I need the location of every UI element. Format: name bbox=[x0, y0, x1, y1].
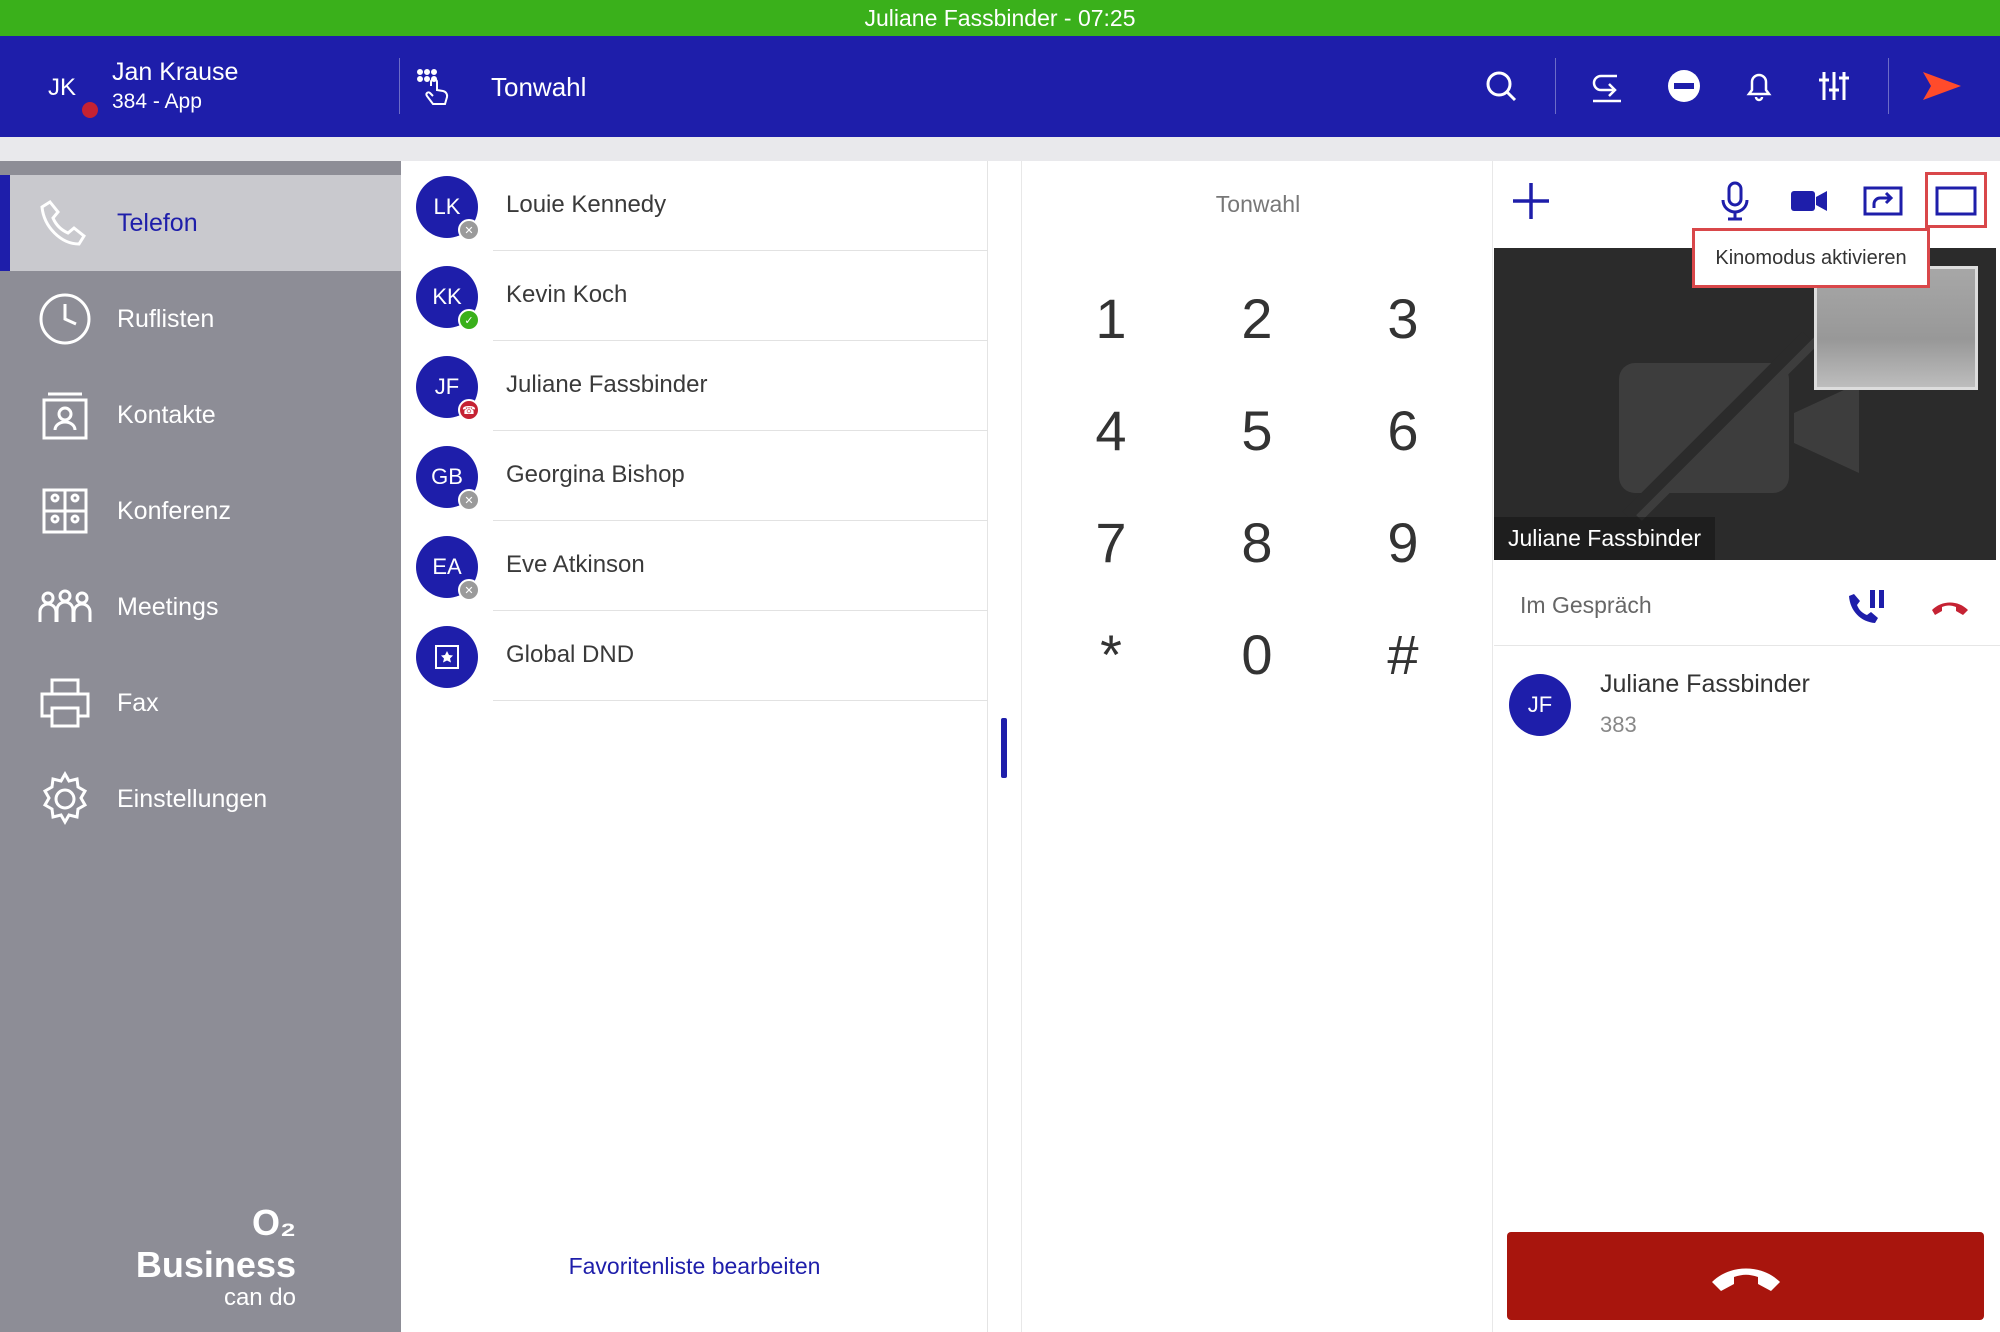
header-gap bbox=[0, 137, 2000, 161]
favorite-name: Global DND bbox=[506, 641, 635, 668]
settings-gear-icon bbox=[42, 770, 88, 826]
conference-icon bbox=[42, 488, 88, 534]
sidebar: Telefon Ruflisten Kontakte Konferenz Mee… bbox=[0, 161, 401, 1332]
header-divider bbox=[1555, 58, 1556, 114]
user-status-busy-icon bbox=[80, 100, 100, 120]
phone-icon bbox=[40, 200, 86, 246]
active-call-bar[interactable]: Juliane Fassbinder - 07:25 bbox=[0, 0, 2000, 36]
dtmf-keypad: Tonwahl 1 2 3 4 5 6 7 8 9 * 0 # bbox=[1021, 161, 1493, 1332]
sidebar-item-label: Meetings bbox=[117, 592, 219, 621]
search-icon[interactable] bbox=[1481, 66, 1521, 106]
page-title: Tonwahl bbox=[491, 72, 587, 102]
favorites-list: LK ✕ Louie Kennedy KK ✓ Kevin Koch JF ☎ … bbox=[401, 161, 988, 1332]
sidebar-item-fax[interactable]: Fax bbox=[0, 655, 401, 751]
keypad-key-0[interactable]: 0 bbox=[1202, 609, 1312, 699]
o2-business-logo: O₂ Business can do bbox=[100, 1202, 296, 1312]
participant-number: 383 bbox=[1600, 712, 1637, 737]
brand-slogan: can do bbox=[223, 1284, 296, 1311]
sidebar-item-label: Kontakte bbox=[117, 400, 216, 429]
edit-favorites-link[interactable]: Favoritenliste bearbeiten bbox=[401, 1253, 988, 1280]
keypad-key-2[interactable]: 2 bbox=[1202, 273, 1312, 363]
sidebar-item-konferenz[interactable]: Konferenz bbox=[0, 463, 401, 559]
header-divider bbox=[399, 58, 400, 114]
audio-settings-icon[interactable] bbox=[1814, 66, 1854, 106]
participant-name: Juliane Fassbinder bbox=[1600, 670, 1810, 698]
status-offline-icon: ✕ bbox=[458, 219, 480, 241]
sidebar-item-meetings[interactable]: Meetings bbox=[0, 559, 401, 655]
call-participant[interactable]: JF Juliane Fassbinder 383 bbox=[1494, 660, 2000, 760]
keypad-title: Tonwahl bbox=[1215, 191, 1301, 217]
user-extension: 384 - App bbox=[112, 90, 202, 113]
favorite-item[interactable]: GB ✕ Georgina Bishop bbox=[401, 431, 988, 521]
favorite-item[interactable]: JF ☎ Juliane Fassbinder bbox=[401, 341, 988, 431]
meetings-icon bbox=[38, 589, 92, 622]
keypad-key-star[interactable]: * bbox=[1056, 609, 1166, 699]
sidebar-item-label: Einstellungen bbox=[117, 784, 268, 813]
divider bbox=[493, 700, 988, 701]
send-icon[interactable] bbox=[1919, 66, 1965, 106]
video-area: Juliane Fassbinder bbox=[1494, 248, 1996, 560]
status-offline-icon: ✕ bbox=[458, 579, 480, 601]
video-camera-icon[interactable] bbox=[1786, 178, 1832, 224]
status-offline-icon: ✕ bbox=[458, 489, 480, 511]
header-divider bbox=[1888, 58, 1889, 114]
screen-share-icon[interactable] bbox=[1860, 178, 1906, 224]
fax-icon bbox=[40, 678, 90, 728]
sidebar-item-label: Konferenz bbox=[117, 496, 231, 525]
cinema-mode-tooltip: Kinomodus aktivieren bbox=[1692, 228, 1930, 288]
dtmf-keypad-icon[interactable] bbox=[414, 66, 454, 106]
status-on-call-icon: ☎ bbox=[458, 399, 480, 421]
hang-up-button[interactable] bbox=[1507, 1232, 1984, 1320]
video-participant-label: Juliane Fassbinder bbox=[1494, 517, 1716, 560]
hold-call-icon[interactable] bbox=[1846, 584, 1890, 628]
user-name: Jan Krause bbox=[112, 58, 239, 86]
favorite-item[interactable]: Global DND bbox=[401, 611, 988, 701]
favorite-name: Louie Kennedy bbox=[506, 191, 667, 218]
sidebar-item-einstellungen[interactable]: Einstellungen bbox=[0, 751, 401, 847]
keypad-key-3[interactable]: 3 bbox=[1348, 273, 1458, 363]
sidebar-item-label: Ruflisten bbox=[117, 304, 215, 333]
global-dnd-avatar bbox=[416, 626, 478, 688]
notification-bell-icon[interactable] bbox=[1739, 66, 1779, 106]
call-status-row: Im Gespräch bbox=[1494, 570, 2000, 646]
favorite-name: Georgina Bishop bbox=[506, 461, 685, 488]
keypad-key-7[interactable]: 7 bbox=[1056, 497, 1166, 587]
cinema-mode-highlight bbox=[1925, 172, 1987, 228]
sidebar-item-kontakte[interactable]: Kontakte bbox=[0, 367, 401, 463]
keypad-key-hash[interactable]: # bbox=[1348, 609, 1458, 699]
favorite-item[interactable]: KK ✓ Kevin Koch bbox=[401, 251, 988, 341]
favorite-name: Juliane Fassbinder bbox=[506, 371, 708, 398]
avatar: JF bbox=[1509, 674, 1571, 736]
sidebar-item-telefon[interactable]: Telefon bbox=[0, 175, 401, 271]
user-avatar: JK bbox=[48, 74, 77, 101]
favorite-name: Kevin Koch bbox=[506, 281, 628, 308]
keypad-key-6[interactable]: 6 bbox=[1348, 385, 1458, 475]
favorite-item[interactable]: EA ✕ Eve Atkinson bbox=[401, 521, 988, 611]
do-not-disturb-icon[interactable] bbox=[1664, 66, 1704, 106]
panel-resize-handle[interactable] bbox=[1001, 718, 1007, 778]
app-header: JK Jan Krause 384 - App Tonwahl bbox=[0, 36, 2000, 137]
brand-name: O₂ Business bbox=[135, 1202, 296, 1285]
keypad-key-8[interactable]: 8 bbox=[1202, 497, 1312, 587]
hang-up-small-icon[interactable] bbox=[1928, 584, 1972, 628]
favorite-item[interactable]: LK ✕ Louie Kennedy bbox=[401, 161, 988, 251]
sidebar-item-label: Fax bbox=[117, 688, 159, 717]
add-call-icon[interactable] bbox=[1508, 178, 1554, 224]
sidebar-item-ruflisten[interactable]: Ruflisten bbox=[0, 271, 401, 367]
active-call-text: Juliane Fassbinder - 07:25 bbox=[864, 4, 1136, 31]
microphone-icon[interactable] bbox=[1712, 178, 1758, 224]
status-available-icon: ✓ bbox=[458, 309, 480, 331]
keypad-key-1[interactable]: 1 bbox=[1056, 273, 1166, 363]
favorite-name: Eve Atkinson bbox=[506, 551, 645, 578]
keypad-key-4[interactable]: 4 bbox=[1056, 385, 1166, 475]
clock-icon bbox=[39, 293, 91, 345]
keypad-key-9[interactable]: 9 bbox=[1348, 497, 1458, 587]
hang-up-icon bbox=[1711, 1268, 1780, 1291]
call-forward-icon[interactable] bbox=[1587, 66, 1627, 106]
contacts-icon bbox=[42, 392, 88, 440]
sidebar-item-label: Telefon bbox=[117, 208, 198, 237]
keypad-key-5[interactable]: 5 bbox=[1202, 385, 1312, 475]
global-dnd-icon bbox=[435, 645, 459, 669]
call-status-text: Im Gespräch bbox=[1520, 592, 1652, 618]
